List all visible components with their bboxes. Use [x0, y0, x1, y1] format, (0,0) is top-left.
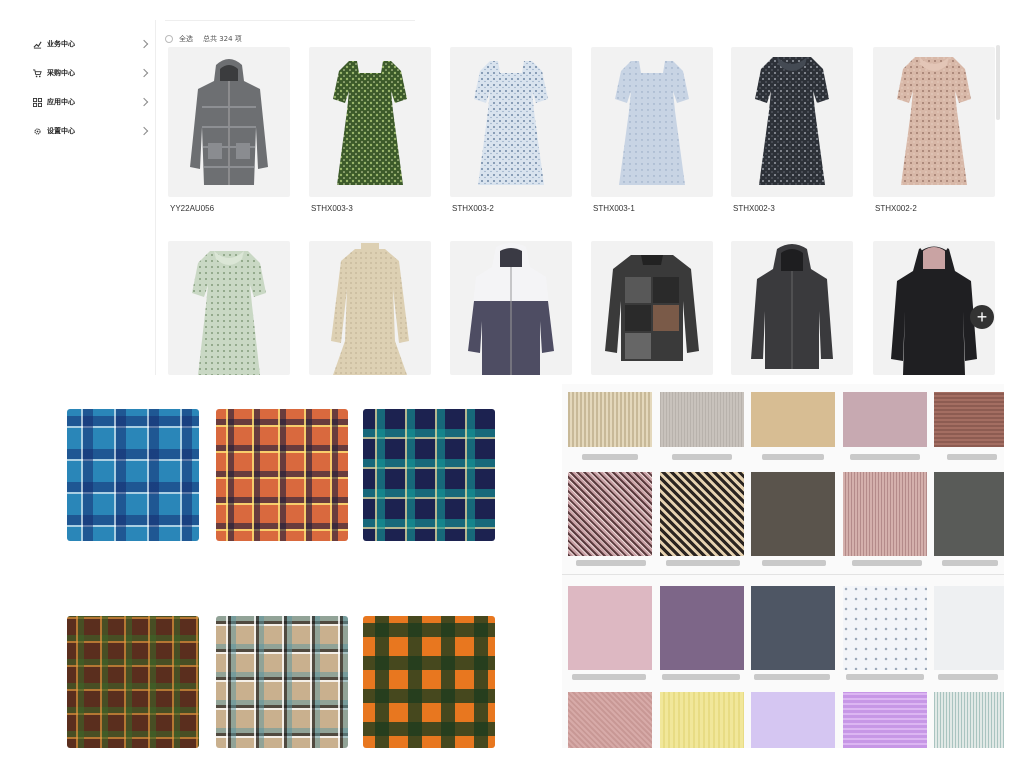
product-library-panel: 业务中心 采购中心 应用中心 设置中心 全选 总共 324 项 YY22AU05…: [0, 0, 1024, 380]
blue-floral-dress-image: [474, 61, 548, 185]
fabric-swatch[interactable]: [934, 692, 1004, 748]
plaid-swatch-blue[interactable]: [67, 409, 199, 541]
light-blue-dress-image: [615, 61, 689, 185]
fabric-swatch[interactable]: [751, 586, 835, 670]
product-code: STHX003-1: [593, 204, 635, 213]
fabric-swatch[interactable]: [843, 586, 927, 670]
fabric-swatch[interactable]: [843, 692, 927, 748]
product-code: YY22AU056: [170, 204, 215, 213]
product-card[interactable]: [731, 47, 853, 197]
patchwork-jacket-image: [605, 255, 699, 361]
product-card[interactable]: [591, 241, 713, 375]
product-code: STHX003-3: [311, 204, 353, 213]
total-count: 总共 324 项: [203, 35, 242, 43]
windbreaker-jacket-image: [468, 243, 554, 375]
fabric-swatch[interactable]: [843, 472, 927, 556]
sidebar-item-label: 应用中心: [47, 98, 75, 106]
product-card[interactable]: [168, 47, 290, 197]
fabric-caption: [576, 560, 646, 566]
fabric-swatch[interactable]: [568, 392, 652, 447]
fabric-caption: [754, 674, 830, 680]
fabric-caption: [947, 454, 997, 460]
product-code: STHX003-2: [452, 204, 494, 213]
sidebar-item-settings[interactable]: 设置中心: [32, 121, 149, 141]
fabric-swatch[interactable]: [751, 692, 835, 748]
product-card[interactable]: [309, 241, 431, 375]
fabric-swatch[interactable]: [934, 392, 1004, 447]
plaid-swatch-navy-teal[interactable]: [363, 409, 495, 541]
chevron-right-icon: [139, 97, 149, 107]
beige-long-sleeve-dress-image: [331, 243, 409, 375]
product-card[interactable]: [873, 47, 995, 197]
fabric-divider: [562, 574, 1004, 575]
fabric-swatch[interactable]: [751, 392, 835, 447]
plaid-swatch-tan[interactable]: [216, 616, 348, 748]
product-code: STHX002-2: [875, 204, 917, 213]
cart-icon: [32, 68, 42, 78]
sidebar-item-label: 采购中心: [47, 69, 75, 77]
sidebar-item-business[interactable]: 业务中心: [32, 34, 149, 54]
product-card[interactable]: [591, 47, 713, 197]
plaid-swatch-brown[interactable]: [67, 616, 199, 748]
sidebar-item-label: 业务中心: [47, 40, 75, 48]
plaid-swatch-orange[interactable]: [216, 409, 348, 541]
select-all-label[interactable]: 全选: [179, 34, 193, 44]
fabric-caption: [762, 560, 826, 566]
sidebar-divider: [155, 20, 156, 375]
chart-icon: [32, 39, 42, 49]
product-code: STHX002-3: [733, 204, 775, 213]
fabric-swatch[interactable]: [568, 586, 652, 670]
fabric-caption: [582, 454, 638, 460]
pink-ruffle-dress-image: [897, 57, 971, 185]
select-all-checkbox[interactable]: [165, 35, 173, 43]
toolbar: 全选 总共 324 项: [165, 32, 252, 46]
fabric-swatch[interactable]: [568, 472, 652, 556]
sidebar-item-purchasing[interactable]: 采购中心: [32, 63, 149, 83]
sidebar-item-applications[interactable]: 应用中心: [32, 92, 149, 112]
fabric-caption: [938, 674, 998, 680]
fabric-caption: [762, 454, 824, 460]
fabric-library-panel: [562, 384, 1004, 748]
fabric-caption: [572, 674, 646, 680]
gear-icon: [32, 126, 42, 136]
product-card[interactable]: [731, 241, 853, 375]
chevron-right-icon: [139, 68, 149, 78]
add-button[interactable]: +: [970, 305, 994, 329]
chevron-right-icon: [139, 126, 149, 136]
sidebar-item-label: 设置中心: [47, 127, 75, 135]
product-card[interactable]: [309, 47, 431, 197]
fabric-caption: [942, 560, 998, 566]
scrollbar[interactable]: [996, 45, 1000, 120]
grid-icon: [32, 97, 42, 107]
product-card[interactable]: [450, 241, 572, 375]
fabric-caption: [672, 454, 732, 460]
fabric-swatch[interactable]: [660, 692, 744, 748]
fabric-caption: [852, 560, 922, 566]
fabric-caption: [846, 674, 924, 680]
navy-ruffle-dress-image: [755, 57, 829, 185]
plaid-swatch-orange-green[interactable]: [363, 616, 495, 748]
toolbar-divider: [165, 20, 415, 21]
fabric-swatch[interactable]: [660, 392, 744, 447]
product-card[interactable]: [450, 47, 572, 197]
green-dress-image: [333, 61, 407, 185]
fabric-swatch[interactable]: [660, 586, 744, 670]
fabric-swatch[interactable]: [934, 472, 1004, 556]
product-card[interactable]: [168, 241, 290, 375]
fabric-swatch[interactable]: [660, 472, 744, 556]
sidebar: 业务中心 采购中心 应用中心 设置中心: [0, 20, 155, 380]
fabric-swatch[interactable]: [568, 692, 652, 748]
fabric-caption: [850, 454, 920, 460]
fabric-caption: [666, 560, 740, 566]
fabric-swatch[interactable]: [843, 392, 927, 447]
black-hoodie-image: [751, 244, 833, 369]
puffer-jacket-image: [190, 59, 268, 185]
fabric-swatch[interactable]: [934, 586, 1004, 670]
chevron-right-icon: [139, 39, 149, 49]
fabric-swatch[interactable]: [751, 472, 835, 556]
fabric-caption: [662, 674, 740, 680]
mint-floral-dress-image: [192, 251, 266, 375]
